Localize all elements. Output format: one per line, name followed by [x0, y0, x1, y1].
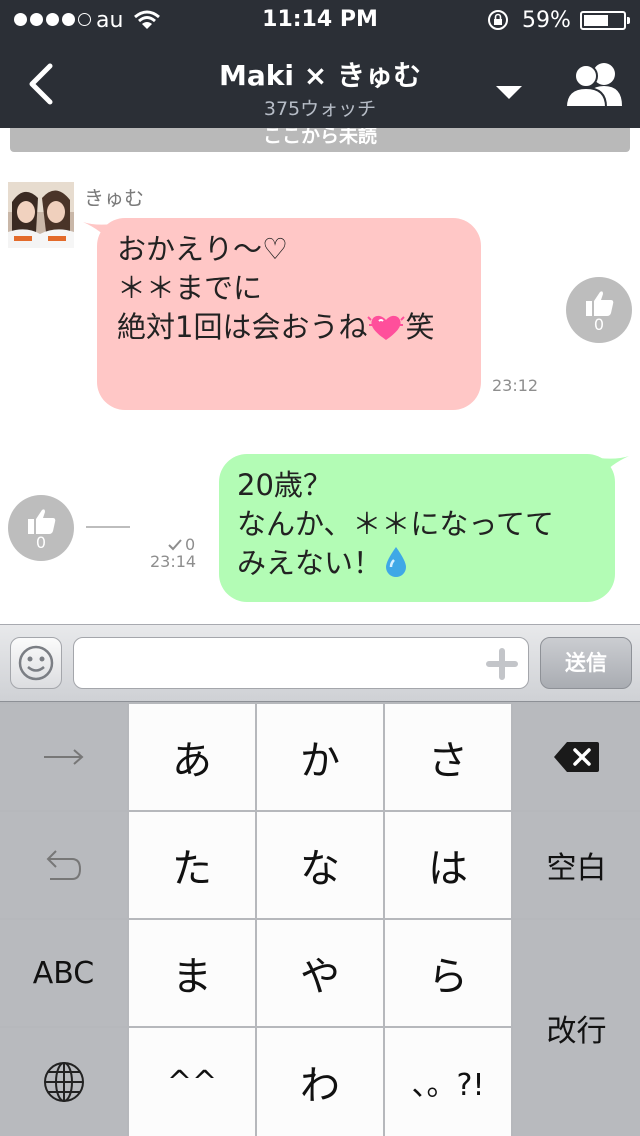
space-key[interactable]: 空白 — [513, 812, 640, 918]
like-button[interactable]: 0 — [566, 277, 632, 343]
undo-key[interactable] — [0, 812, 127, 918]
key-label: 、。?! — [411, 1068, 485, 1103]
plus-icon[interactable] — [486, 648, 518, 680]
key-wa[interactable]: わ — [257, 1028, 383, 1136]
water-drop-emoji-icon — [386, 547, 407, 577]
send-button[interactable]: 送信 — [540, 637, 632, 689]
key-a[interactable]: あ — [129, 704, 255, 810]
delete-icon — [553, 742, 599, 772]
like-count: 0 — [593, 315, 605, 334]
key-label: は — [428, 846, 468, 892]
chat-title: Maki × きゅむ — [219, 59, 421, 92]
status-bar: au 11:14 PM 59% — [0, 0, 640, 40]
delete-key[interactable] — [513, 704, 640, 810]
chat-area[interactable]: ここから未読 きゅむ おかえり〜♡ ＊＊までに 絶対1回は会おうね 笑 23:1… — [0, 128, 640, 624]
message-line-last: 絶対1回は会おうね 笑 — [117, 308, 461, 347]
unread-divider: ここから未読 — [10, 128, 630, 152]
read-check-icon — [168, 539, 182, 551]
heart-emoji-icon — [367, 315, 406, 340]
message-text: 絶対1回は会おうね — [117, 310, 368, 344]
outgoing-time: 23:14 — [150, 552, 197, 571]
message-input[interactable] — [73, 637, 529, 689]
battery-icon — [580, 11, 630, 30]
key-punctuation[interactable]: 、。?! — [385, 1028, 511, 1136]
enter-key[interactable]: 改行 — [513, 920, 640, 1136]
incoming-message-bubble[interactable]: おかえり〜♡ ＊＊までに 絶対1回は会おうね 笑 — [83, 218, 481, 410]
key-label: あ — [172, 738, 212, 784]
abc-key[interactable]: ABC — [0, 920, 127, 1026]
chat-subtitle: 375ウォッチ — [263, 98, 377, 120]
key-sa[interactable]: さ — [385, 704, 511, 810]
key-label: ら — [428, 954, 468, 1000]
key-label: ^^ — [166, 1064, 218, 1100]
like-button[interactable]: 0 — [8, 495, 74, 561]
undo-icon — [46, 850, 81, 880]
sender-name: きゅむ — [84, 186, 144, 210]
key-label: か — [300, 738, 340, 784]
globe-key[interactable] — [0, 1028, 127, 1136]
emoji-button[interactable] — [10, 637, 62, 689]
arrow-right-icon — [43, 749, 84, 765]
next-candidate-key[interactable] — [0, 704, 127, 810]
like-count: 0 — [35, 533, 47, 552]
thumbs-up-icon — [28, 509, 56, 534]
thumbs-up-icon — [586, 291, 614, 316]
message-line: ＊＊までに — [117, 271, 263, 305]
divider-line — [86, 526, 130, 528]
key-label: さ — [428, 738, 468, 784]
message-text: みえない！ — [237, 546, 383, 580]
key-label: わ — [300, 1063, 340, 1109]
key-ma[interactable]: ま — [129, 920, 255, 1026]
outgoing-message-bubble[interactable]: 20歳？ なんか、＊＊になってて みえない！ — [219, 454, 629, 602]
incoming-time: 23:12 — [492, 376, 539, 395]
input-bar: 送信 — [0, 624, 640, 702]
key-kaomoji[interactable]: ^^ — [129, 1028, 255, 1136]
bubble-tail — [599, 456, 629, 478]
message-suffix: 笑 — [405, 310, 435, 344]
bubble-tail — [83, 222, 113, 244]
key-label: 改行 — [546, 1014, 607, 1049]
dropdown-triangle-icon[interactable] — [496, 86, 522, 100]
key-label: な — [300, 846, 340, 892]
key-ha[interactable]: は — [385, 812, 511, 918]
message-line-last: みえない！ — [237, 544, 597, 583]
battery-percent: 59% — [522, 8, 571, 33]
key-ta[interactable]: た — [129, 812, 255, 918]
keyboard: あ か さ た な は 空白 ABC ま や ら 改行 ^^ わ 、。?! — [0, 702, 640, 1136]
key-label: や — [300, 954, 340, 1000]
key-ra[interactable]: ら — [385, 920, 511, 1026]
key-na[interactable]: な — [257, 812, 383, 918]
orientation-lock-icon — [488, 10, 508, 30]
nav-bar: Maki × きゅむ 375ウォッチ — [0, 40, 640, 128]
key-label: 空白 — [546, 851, 607, 886]
message-line: おかえり〜♡ — [117, 232, 288, 266]
smiley-icon — [18, 645, 54, 681]
members-icon[interactable] — [564, 60, 628, 108]
avatar[interactable] — [8, 182, 74, 248]
key-label: ま — [172, 954, 212, 1000]
key-ka[interactable]: か — [257, 704, 383, 810]
key-ya[interactable]: や — [257, 920, 383, 1026]
message-line: なんか、＊＊になってて — [237, 507, 554, 541]
key-label: た — [172, 846, 212, 892]
key-label: ABC — [32, 955, 95, 991]
message-line: 20歳？ — [237, 468, 332, 502]
globe-icon — [43, 1062, 84, 1102]
